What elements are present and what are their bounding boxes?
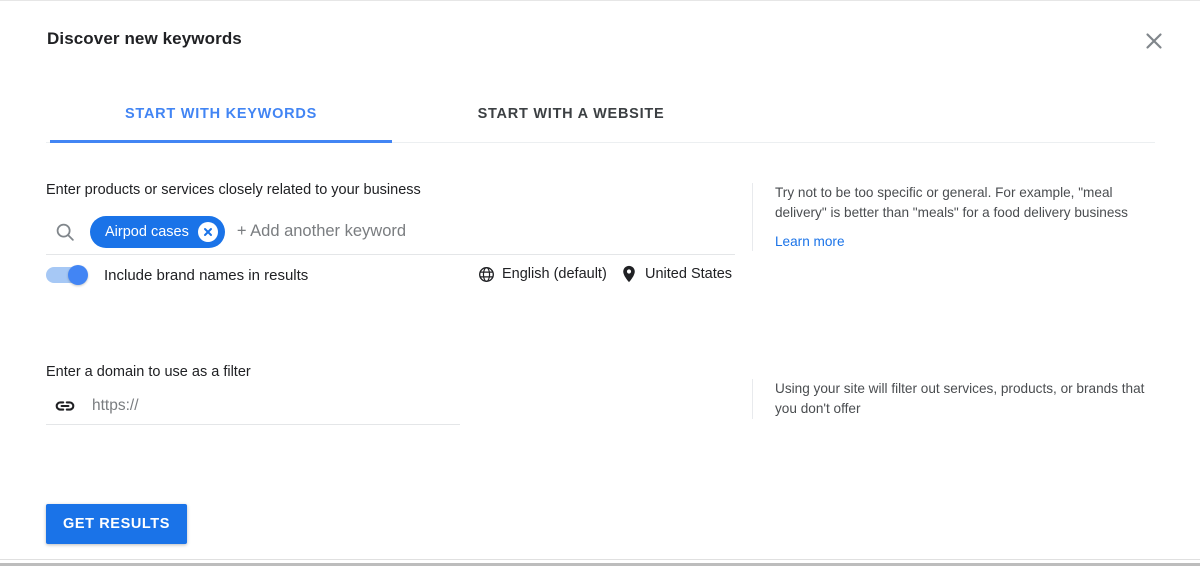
- keywords-help-text: Try not to be too specific or general. F…: [775, 183, 1152, 223]
- bottom-divider: [0, 559, 1200, 560]
- domain-input[interactable]: https://: [92, 397, 139, 415]
- include-brand-names-toggle[interactable]: Include brand names in results: [46, 265, 308, 285]
- tab-start-with-a-website[interactable]: START WITH A WEBSITE: [396, 97, 746, 143]
- domain-input-row[interactable]: https://: [46, 387, 460, 425]
- get-results-button[interactable]: GET RESULTS: [46, 504, 187, 544]
- location-value: United States: [645, 266, 732, 282]
- language-value: English (default): [502, 266, 607, 282]
- keyword-chip[interactable]: Airpod cases: [90, 216, 225, 248]
- domain-help-text: Using your site will filter out services…: [775, 379, 1152, 419]
- search-icon: [52, 219, 78, 245]
- globe-icon: [477, 265, 495, 283]
- keyword-chip-remove-button[interactable]: [198, 222, 218, 242]
- learn-more-link[interactable]: Learn more: [775, 234, 845, 249]
- location-selector[interactable]: United States: [620, 265, 732, 283]
- tab-start-with-a-website-label: START WITH A WEBSITE: [478, 106, 665, 122]
- domain-help-panel: Using your site will filter out services…: [752, 379, 1152, 419]
- location-pin-icon: [620, 265, 638, 283]
- include-brand-names-label: Include brand names in results: [104, 267, 308, 284]
- keywords-help-panel: Try not to be too specific or general. F…: [752, 183, 1152, 251]
- discover-keywords-dialog: Discover new keywords START WITH KEYWORD…: [0, 0, 1200, 566]
- domain-field-label: Enter a domain to use as a filter: [46, 364, 251, 380]
- tab-start-with-keywords-label: START WITH KEYWORDS: [125, 106, 317, 122]
- keywords-field-label: Enter products or services closely relat…: [46, 182, 421, 198]
- close-dialog-button[interactable]: [1136, 23, 1172, 59]
- keywords-input-row[interactable]: Airpod cases + Add another keyword: [46, 209, 735, 255]
- toggle-knob: [68, 265, 88, 285]
- close-icon: [1143, 30, 1165, 52]
- tab-bar: START WITH KEYWORDS START WITH A WEBSITE: [46, 97, 1155, 143]
- keyword-chip-label: Airpod cases: [105, 224, 189, 240]
- add-keyword-input[interactable]: + Add another keyword: [237, 222, 406, 241]
- toggle-switch[interactable]: [46, 265, 88, 285]
- language-selector[interactable]: English (default): [477, 265, 607, 283]
- link-icon: [52, 393, 78, 419]
- page-title: Discover new keywords: [47, 29, 242, 49]
- tab-start-with-keywords[interactable]: START WITH KEYWORDS: [46, 97, 396, 143]
